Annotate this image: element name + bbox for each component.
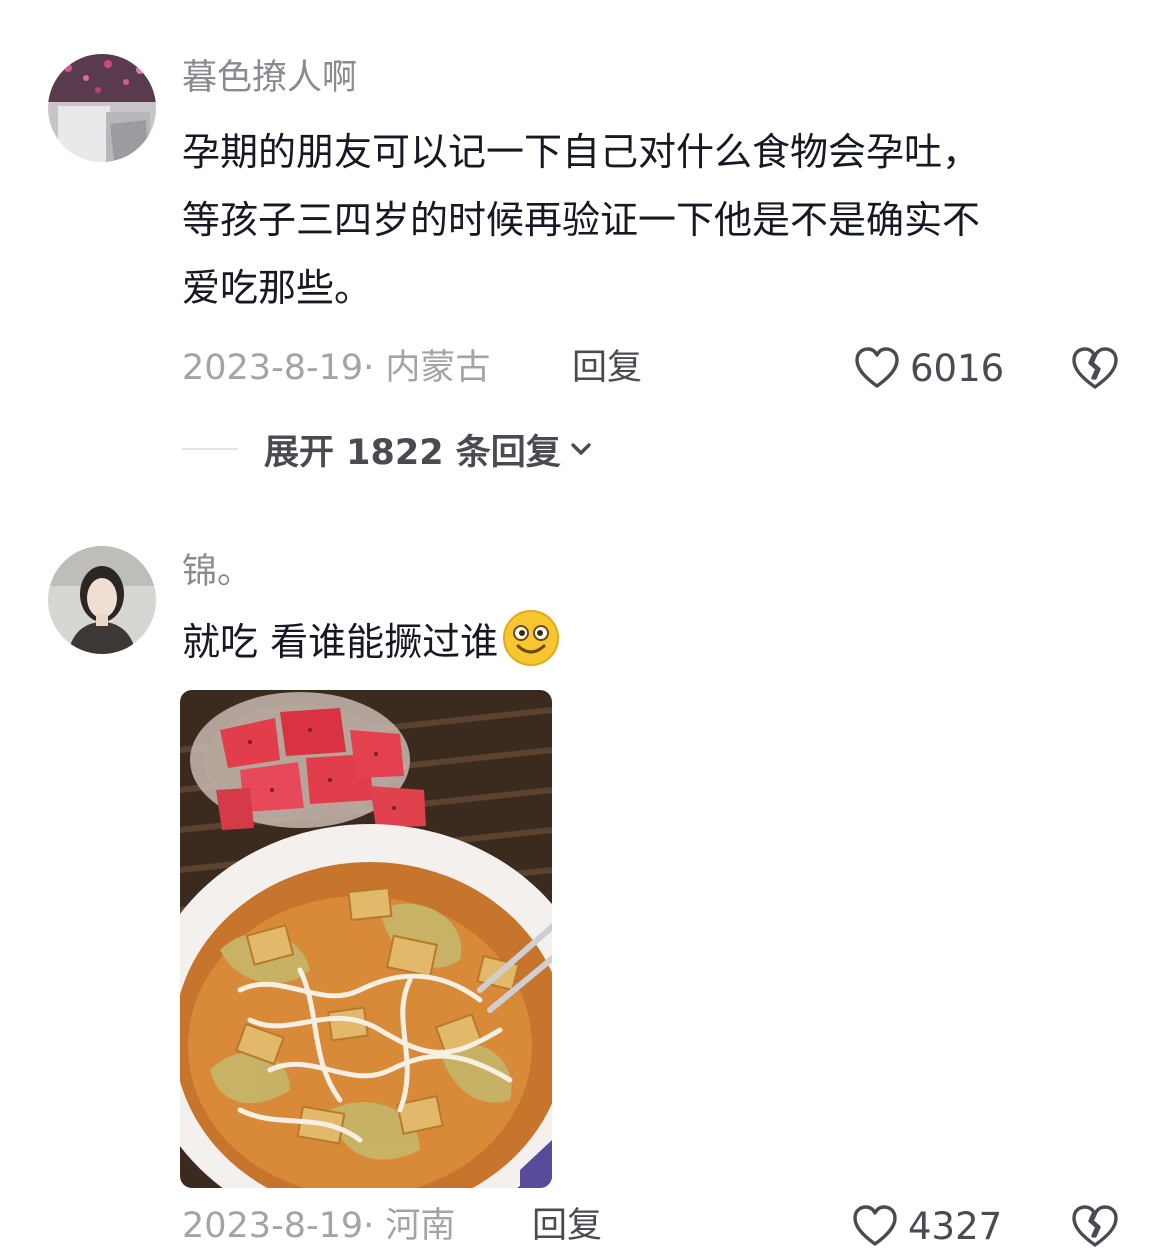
comment-text: 孕期的朋友可以记一下自己对什么食物会孕吐， 等孩子三四岁的时候再验证一下他是不是…: [182, 118, 1122, 322]
avatar[interactable]: [48, 54, 156, 162]
comment-item: 锦。 就吃 看谁能撅过谁 2023-8-19· 河南 回复 4327: [0, 520, 1170, 1257]
like-count: 4327: [908, 1204, 1003, 1248]
reply-button[interactable]: 回复: [572, 344, 642, 392]
comment-item: 暮色撩人啊 孕期的朋友可以记一下自己对什么食物会孕吐， 等孩子三四岁的时候再验证…: [0, 0, 1170, 520]
broken-heart-icon: [1072, 1205, 1118, 1247]
comment-text-line: 等孩子三四岁的时候再验证一下他是不是确实不: [182, 198, 981, 242]
reply-button[interactable]: 回复: [532, 1202, 602, 1250]
expand-replies-label: 展开 1822 条回复: [264, 432, 561, 473]
divider: [182, 448, 238, 450]
comment-text-line: 就吃 看谁能撅过谁: [182, 620, 499, 664]
comment-text-line: 爱吃那些。: [182, 266, 373, 310]
comment-meta: 2023-8-19· 河南: [182, 1202, 455, 1250]
comment-image[interactable]: [180, 690, 552, 1188]
dislike-button[interactable]: [1071, 1203, 1119, 1251]
like-button[interactable]: 6016: [854, 343, 1004, 393]
dislike-button[interactable]: [1071, 345, 1119, 393]
heart-icon: [853, 1205, 897, 1246]
heart-icon: [855, 347, 899, 388]
username[interactable]: 暮色撩人啊: [182, 56, 357, 100]
comment-text: 就吃 看谁能撅过谁: [182, 608, 1122, 676]
comment-date: 2023-8-19: [182, 1206, 364, 1246]
comment-location: · 河南: [363, 1206, 456, 1246]
chevron-down-icon: [571, 443, 591, 455]
comment-date: 2023-8-19: [182, 348, 364, 388]
avatar[interactable]: [48, 546, 156, 654]
like-button[interactable]: 4327: [852, 1201, 1002, 1251]
smiling-emoji: [503, 610, 560, 666]
comment-meta: 2023-8-19· 内蒙古: [182, 344, 490, 392]
comment-text-line: 孕期的朋友可以记一下自己对什么食物会孕吐，: [182, 130, 981, 174]
username[interactable]: 锦。: [182, 550, 252, 594]
like-count: 6016: [910, 346, 1005, 390]
expand-replies-button[interactable]: 展开 1822 条回复: [182, 424, 593, 474]
comment-location: · 内蒙古: [363, 348, 491, 388]
broken-heart-icon: [1072, 347, 1118, 389]
